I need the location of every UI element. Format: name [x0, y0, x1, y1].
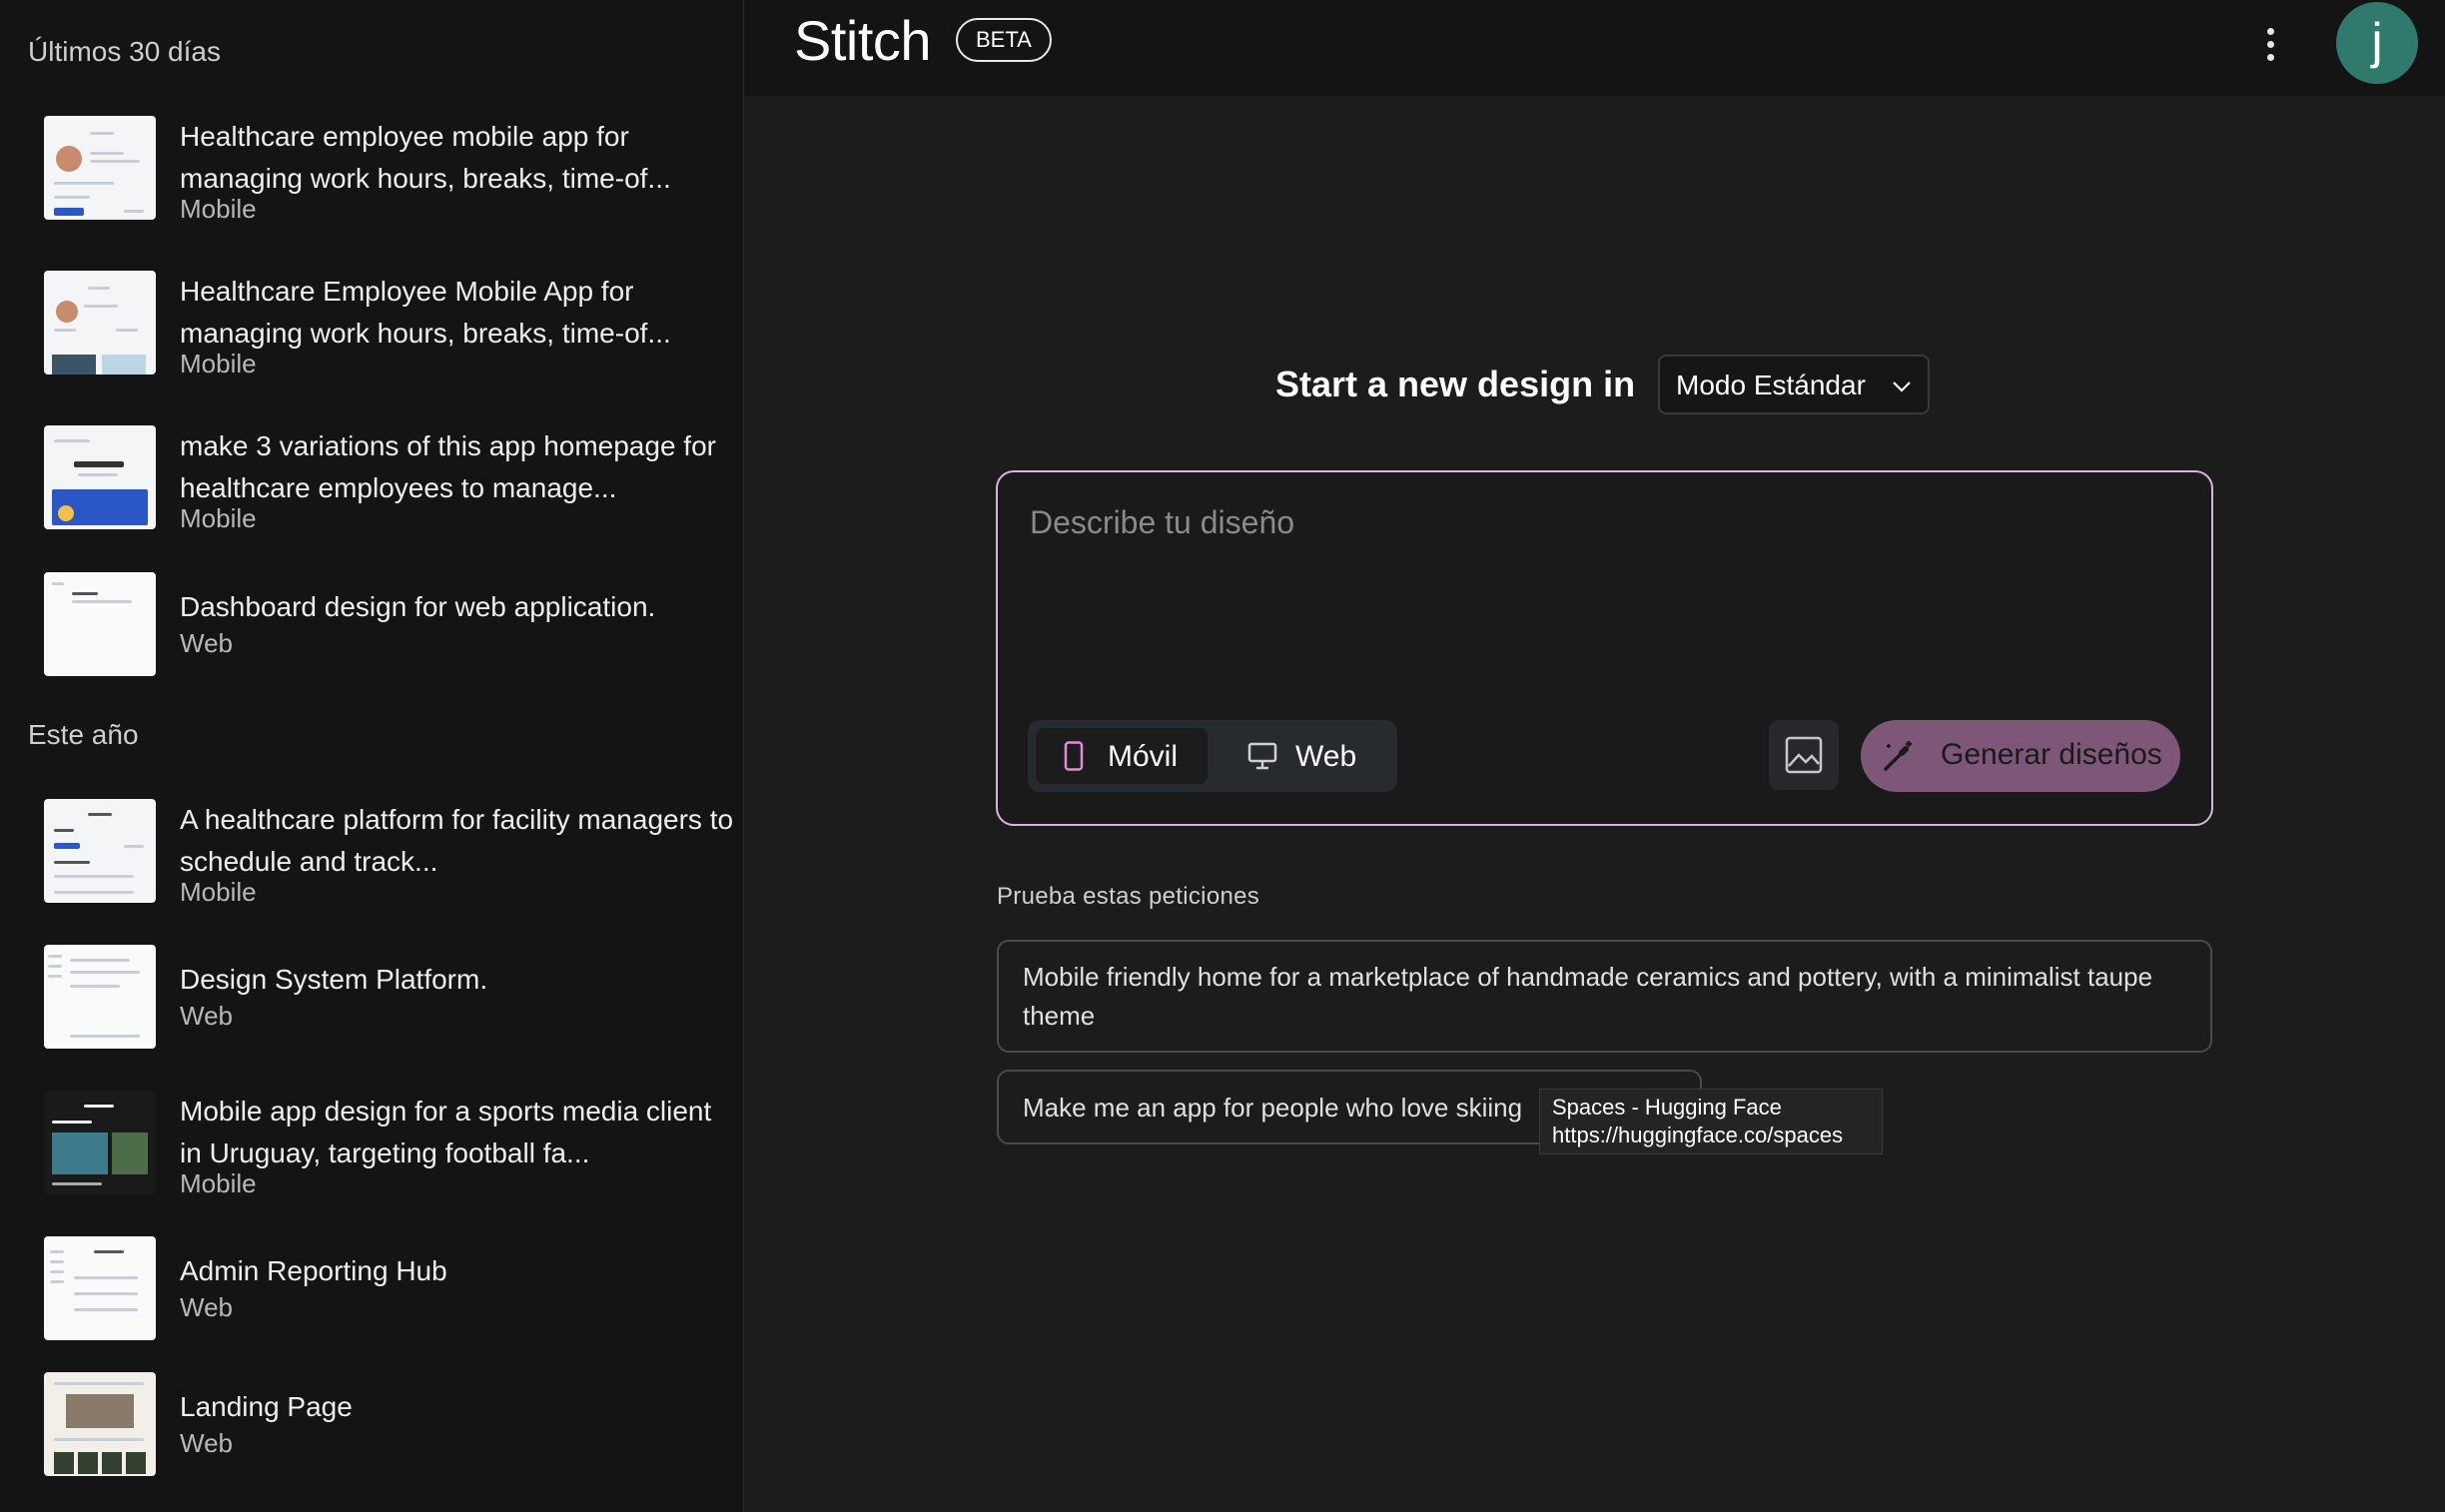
history-item[interactable]: Healthcare Employee Mobile App for manag… [44, 271, 713, 380]
device-option-web-label: Web [1295, 740, 1357, 773]
history-item-type: Web [180, 1428, 233, 1458]
tooltip-title: Spaces - Hugging Face [1552, 1095, 1782, 1120]
history-item-type: Web [180, 628, 233, 658]
history-item[interactable]: Admin Reporting Hub Web [44, 1236, 713, 1346]
history-item-type: Mobile [180, 503, 257, 533]
history-item-type: Web [180, 1001, 233, 1031]
generate-designs-button[interactable]: Generar diseños [1861, 720, 2180, 792]
link-tooltip: Spaces - Hugging Face https://huggingfac… [1539, 1089, 1883, 1154]
history-item-type: Mobile [180, 194, 257, 224]
prompt-box: Móvil Web Generar diseños [996, 470, 2213, 826]
design-thumbnail [44, 1091, 156, 1194]
history-item-title: Dashboard design for web application. [180, 591, 656, 622]
suggestion-text: Mobile friendly home for a marketplace o… [1023, 962, 2153, 1031]
design-thumbnail [44, 799, 156, 903]
history-item[interactable]: Dashboard design for web application. We… [44, 572, 713, 682]
history-item-title: make 3 variations of this app homepage f… [180, 430, 716, 503]
history-item[interactable]: A healthcare platform for facility manag… [44, 799, 733, 909]
history-item-title: Landing Page [180, 1391, 353, 1422]
mode-select-value: Modo Estándar [1676, 370, 1866, 400]
desktop-icon [1247, 742, 1277, 770]
more-vert-icon[interactable] [2252, 22, 2288, 66]
app-logo[interactable]: Stitch [794, 8, 932, 73]
tooltip-url: https://huggingface.co/spaces [1552, 1123, 1844, 1147]
history-item[interactable]: Design System Platform. Web [44, 945, 713, 1055]
history-item-type: Mobile [180, 1168, 257, 1198]
device-toggle: Móvil Web [1028, 720, 1397, 792]
suggestions-title: Prueba estas peticiones [997, 883, 1260, 910]
device-option-mobile-label: Móvil [1108, 740, 1179, 773]
history-item-type: Web [180, 1292, 233, 1322]
design-thumbnail [44, 116, 156, 220]
mode-select[interactable]: Modo Estándar [1658, 355, 1930, 414]
history-item-type: Mobile [180, 349, 257, 378]
design-thumbnail [44, 945, 156, 1049]
beta-badge: BETA [956, 18, 1052, 62]
history-item[interactable]: make 3 variations of this app homepage f… [44, 425, 716, 535]
history-item[interactable]: Landing Page Web [44, 1372, 713, 1482]
history-item-title: Mobile app design for a sports media cli… [180, 1096, 712, 1168]
prompt-input[interactable] [1028, 502, 2180, 626]
design-thumbnail [44, 1236, 156, 1340]
magic-wand-icon [1884, 741, 1912, 771]
history-item-title: Design System Platform. [180, 964, 488, 995]
sidebar: Últimos 30 días Healthcare employee mobi… [0, 0, 744, 1512]
device-option-mobile[interactable]: Móvil [1036, 728, 1208, 784]
history-item-title: Healthcare Employee Mobile App for manag… [180, 276, 671, 349]
history-item[interactable]: Mobile app design for a sports media cli… [44, 1091, 713, 1200]
suggestion-chip[interactable]: Mobile friendly home for a marketplace o… [997, 940, 2212, 1053]
section-title-last-30-days: Últimos 30 días [28, 36, 221, 67]
chevron-down-icon [1893, 381, 1911, 392]
history-item-type: Mobile [180, 877, 257, 907]
design-thumbnail [44, 271, 156, 375]
device-option-web[interactable]: Web [1216, 728, 1387, 784]
smartphone-icon [1064, 741, 1084, 771]
avatar[interactable]: j [2336, 2, 2418, 84]
top-bar: Stitch BETA j [744, 0, 2445, 96]
image-icon [1785, 736, 1823, 774]
history-item[interactable]: Healthcare employee mobile app for manag… [44, 116, 713, 226]
history-item-title: Healthcare employee mobile app for manag… [180, 121, 671, 194]
section-title-this-year: Este año [28, 719, 139, 750]
suggestion-text: Make me an app for people who love skiin… [1023, 1093, 1523, 1123]
upload-image-button[interactable] [1769, 720, 1839, 790]
history-item-title: Admin Reporting Hub [180, 1255, 447, 1286]
design-thumbnail [44, 425, 156, 529]
generate-designs-label: Generar diseños [1941, 738, 2162, 771]
page-heading: Start a new design in [1275, 364, 1636, 404]
history-item-title: A healthcare platform for facility manag… [180, 804, 734, 877]
design-thumbnail [44, 1372, 156, 1476]
design-thumbnail [44, 572, 156, 676]
